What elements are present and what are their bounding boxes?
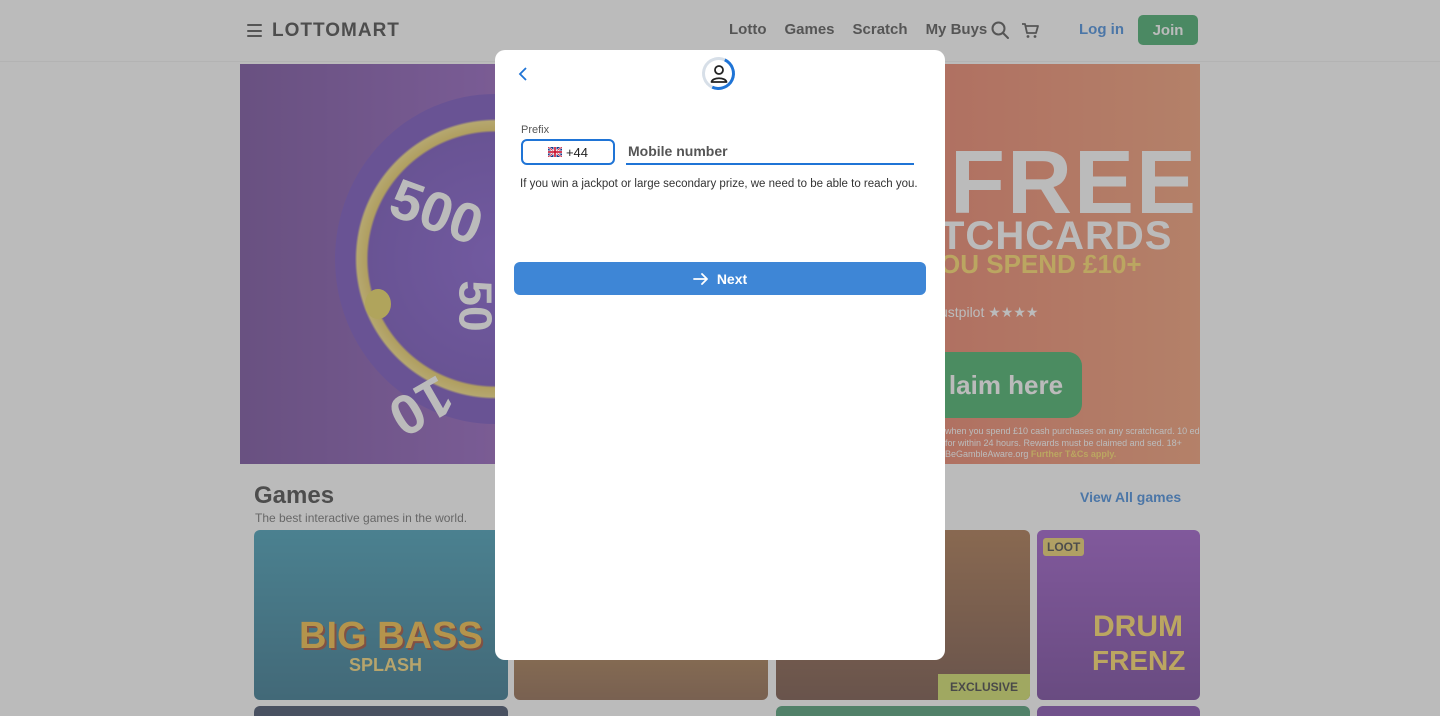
arrow-right-icon (692, 272, 708, 285)
mobile-number-input[interactable] (626, 139, 914, 165)
chevron-left-icon (518, 67, 527, 81)
uk-flag-icon (547, 147, 562, 157)
prefix-value: +44 (565, 144, 589, 160)
next-button[interactable]: Next (514, 262, 926, 295)
jackpot-contact-info: If you win a jackpot or large secondary … (520, 178, 918, 190)
prefix-select[interactable]: +44 (521, 139, 615, 165)
user-icon (710, 65, 728, 83)
prefix-label: Prefix (521, 124, 550, 136)
phone-number-dialog: Prefix +44 If you win a jackpot or large… (495, 50, 945, 660)
back-button[interactable] (511, 62, 535, 86)
next-button-label: Next (716, 270, 748, 287)
